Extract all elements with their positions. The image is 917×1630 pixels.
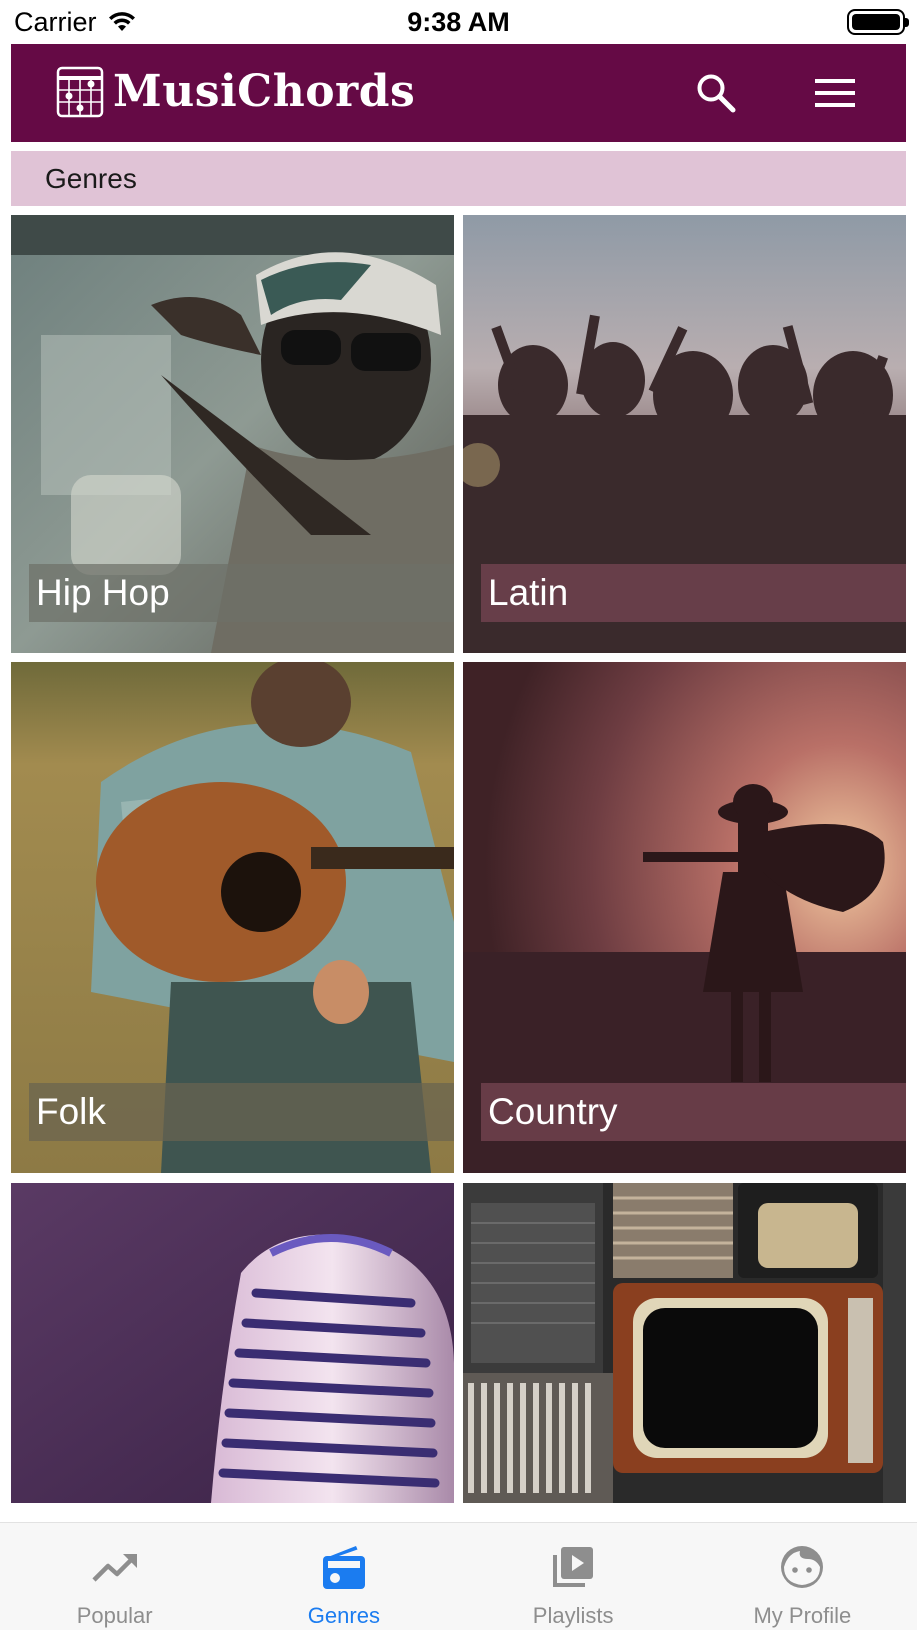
genre-label-bar: Folk <box>29 1083 454 1141</box>
tab-label: My Profile <box>753 1603 852 1628</box>
status-time: 9:38 AM <box>407 6 510 37</box>
tab-my-profile[interactable]: My Profile <box>688 1523 917 1630</box>
search-button[interactable] <box>689 66 743 120</box>
section-title: Genres <box>45 162 137 194</box>
genre-label: Hip Hop <box>36 572 170 613</box>
app-header: MusiChords <box>11 44 906 142</box>
app-screen: Carrier 9:38 AM MusiChords Genres Hip Ho… <box>0 0 917 1630</box>
genre-tile-retro[interactable] <box>463 1183 906 1503</box>
genre-image-retro <box>463 1183 906 1503</box>
tab-genres[interactable]: Genres <box>229 1523 458 1630</box>
face-icon <box>776 1541 828 1593</box>
genre-label-bar: Country <box>481 1083 906 1141</box>
status-left: Carrier <box>14 7 137 38</box>
tab-label: Playlists <box>532 1603 614 1628</box>
genre-tile-hip-hop[interactable]: Hip Hop <box>11 215 454 653</box>
genre-tile-folk[interactable]: Folk <box>11 662 454 1173</box>
wifi-icon <box>108 12 135 31</box>
genre-label: Latin <box>488 572 569 613</box>
genre-label: Country <box>488 1091 618 1132</box>
hamburger-menu-icon <box>815 79 855 107</box>
search-icon <box>697 74 736 113</box>
genre-label-bar: Latin <box>481 564 906 622</box>
tab-label: Popular <box>76 1603 153 1628</box>
battery-icon <box>847 9 909 35</box>
playlist-play-icon <box>547 1541 599 1593</box>
tab-playlists[interactable]: Playlists <box>459 1523 688 1630</box>
radio-icon <box>318 1541 370 1593</box>
menu-button[interactable] <box>808 66 862 120</box>
genre-tile-microphone[interactable] <box>11 1183 454 1503</box>
genre-tile-latin[interactable]: Latin <box>463 215 906 653</box>
genre-label: Folk <box>36 1091 106 1132</box>
genre-image-microphone <box>11 1183 454 1503</box>
status-bar: Carrier 9:38 AM <box>0 0 917 44</box>
tab-label: Genres <box>307 1603 380 1628</box>
carrier-label: Carrier <box>14 6 97 37</box>
trending-up-icon <box>89 1541 141 1593</box>
app-logo-text: MusiChords <box>113 66 416 117</box>
tab-popular[interactable]: Popular <box>0 1523 229 1630</box>
section-header: Genres <box>11 151 906 206</box>
genre-tile-country[interactable]: Country <box>463 662 906 1173</box>
chord-grid-logo-icon <box>56 66 104 118</box>
tab-bar: Popular Genres Playlists My Profile <box>0 1522 917 1630</box>
genre-label-bar: Hip Hop <box>29 564 454 622</box>
